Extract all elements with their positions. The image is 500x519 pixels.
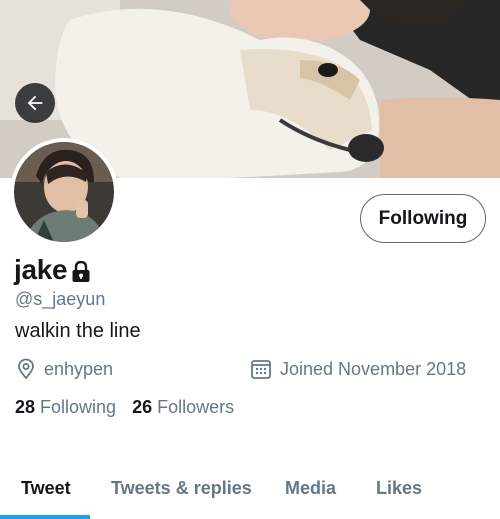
tab-tweets[interactable]: Tweet bbox=[21, 478, 71, 499]
location-pin-icon bbox=[18, 358, 34, 380]
followers-label: Followers bbox=[157, 397, 235, 417]
lock-icon bbox=[72, 261, 90, 282]
profile-stats: 28 Following 26 Followers bbox=[15, 397, 234, 418]
tab-tweets-and-replies[interactable]: Tweets & replies bbox=[111, 478, 252, 499]
following-label: Following bbox=[40, 397, 117, 417]
tab-media[interactable]: Media bbox=[285, 478, 336, 499]
active-tab-indicator bbox=[0, 515, 90, 519]
profile-joined: Joined November 2018 bbox=[250, 358, 466, 380]
profile-name: jake bbox=[14, 254, 68, 285]
following-button-label: Following bbox=[378, 207, 468, 229]
joined-text: Joined November 2018 bbox=[280, 358, 467, 379]
avatar-photo bbox=[14, 142, 114, 242]
following-link[interactable]: 28 Following bbox=[15, 397, 116, 418]
following-count: 28 bbox=[15, 397, 36, 417]
profile-name-row: jake bbox=[14, 254, 91, 286]
calendar-icon bbox=[251, 360, 271, 379]
arrow-left-icon bbox=[27, 95, 43, 111]
following-button[interactable]: Following bbox=[360, 194, 486, 243]
tab-likes[interactable]: Likes bbox=[376, 478, 422, 499]
profile-location: enhypen bbox=[16, 358, 113, 380]
followers-count: 26 bbox=[132, 397, 153, 417]
profile-handle: @s_jaeyun bbox=[15, 289, 106, 309]
avatar[interactable] bbox=[10, 138, 118, 246]
back-button[interactable] bbox=[15, 83, 55, 123]
location-text: enhypen bbox=[44, 358, 114, 379]
followers-link[interactable]: 26 Followers bbox=[132, 397, 234, 418]
profile-bio: walkin the line bbox=[15, 320, 141, 342]
profile-tabs: Tweet Tweets & replies Media Likes bbox=[0, 468, 500, 519]
